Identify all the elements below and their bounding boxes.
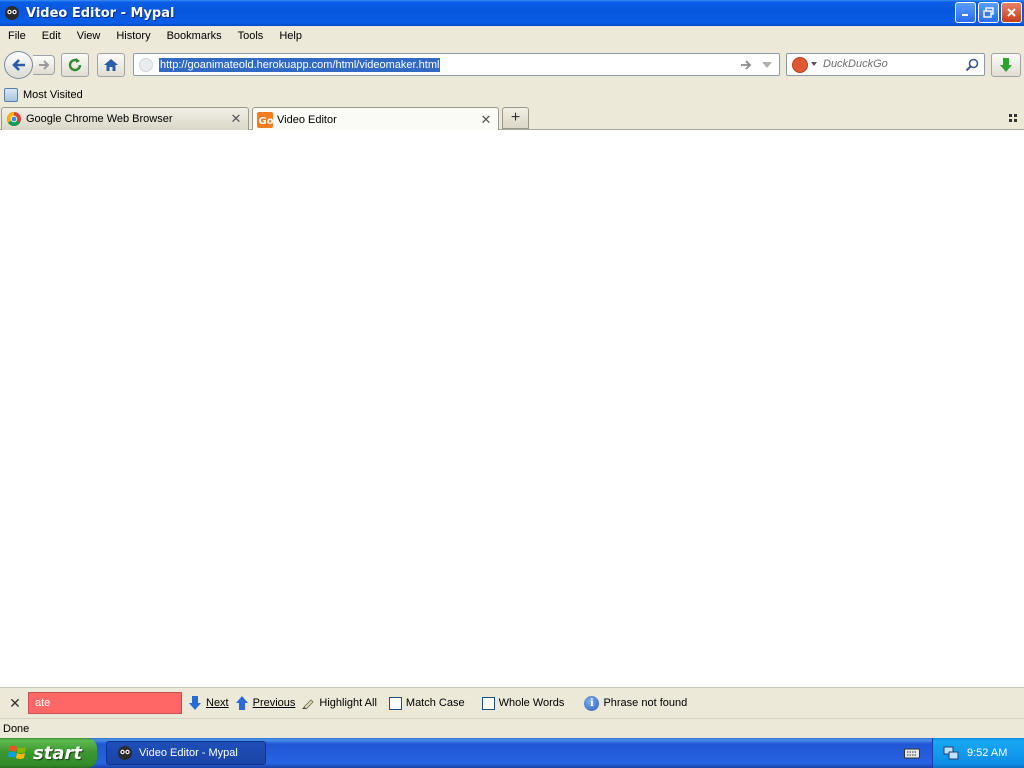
back-forward-group: [4, 51, 58, 79]
tab-label: Video Editor: [277, 113, 337, 126]
history-dropdown-icon[interactable]: [761, 59, 773, 71]
menu-help[interactable]: Help: [271, 30, 310, 42]
find-status-text: Phrase not found: [603, 697, 688, 709]
whole-words-checkbox[interactable]: Whole Words: [481, 696, 565, 710]
reload-button[interactable]: [61, 53, 89, 77]
reload-icon: [68, 58, 82, 72]
menu-file[interactable]: File: [0, 30, 34, 42]
minimize-icon: [962, 14, 968, 16]
network-icon[interactable]: [943, 745, 959, 761]
close-find-bar-icon[interactable]: ✕: [4, 695, 26, 712]
search-placeholder: DuckDuckGo: [823, 58, 888, 70]
navigation-toolbar: http://goanimateold.herokuapp.com/html/v…: [0, 46, 1024, 84]
title-bar[interactable]: Video Editor - Mypal: [0, 0, 1024, 26]
whole-words-label: Whole Words: [498, 697, 565, 709]
search-icon[interactable]: [965, 58, 979, 72]
menu-bookmarks[interactable]: Bookmarks: [159, 30, 230, 42]
tab-video-editor[interactable]: Go Video Editor ✕: [252, 107, 499, 131]
svg-text:Go: Go: [259, 116, 274, 127]
most-visited-bookmark[interactable]: Most Visited: [4, 88, 83, 102]
home-button[interactable]: [97, 53, 125, 77]
info-icon: i: [584, 695, 600, 711]
keyboard-icon[interactable]: [904, 746, 920, 760]
highlighter-icon: [302, 699, 314, 710]
back-arrow-icon: [11, 59, 25, 71]
find-status: i Phrase not found: [584, 695, 688, 711]
menu-edit[interactable]: Edit: [34, 30, 69, 42]
windows-logo-icon: [8, 745, 26, 759]
duckduckgo-icon[interactable]: [792, 57, 808, 73]
status-text: Done: [3, 722, 30, 735]
site-identity-icon[interactable]: [139, 58, 153, 72]
tab-label: Google Chrome Web Browser: [26, 113, 173, 125]
bookmarks-toolbar: Most Visited: [0, 84, 1024, 106]
find-next-label: Next: [206, 697, 229, 709]
goanimate-favicon: Go: [257, 111, 274, 128]
close-icon: [1007, 8, 1016, 17]
back-button[interactable]: [4, 51, 33, 79]
menu-bar: File Edit View History Bookmarks Tools H…: [0, 26, 1024, 46]
up-arrow-icon: [235, 696, 248, 710]
most-visited-label: Most Visited: [23, 89, 83, 101]
close-tab-icon[interactable]: ✕: [229, 111, 243, 126]
taskbar-item-label: Video Editor - Mypal: [139, 747, 238, 759]
menu-tools[interactable]: Tools: [230, 30, 272, 42]
match-case-box[interactable]: [388, 696, 402, 710]
chrome-favicon: [7, 112, 21, 126]
find-previous-button[interactable]: Previous: [235, 695, 296, 711]
new-tab-button[interactable]: +: [502, 107, 529, 129]
start-label: start: [33, 742, 82, 764]
find-bar: ✕ Next Previous Highlight All Match Case…: [0, 687, 1024, 718]
url-text[interactable]: http://goanimateold.herokuapp.com/html/v…: [159, 58, 441, 72]
down-arrow-icon: [189, 696, 201, 710]
start-button[interactable]: start: [0, 738, 97, 768]
taskbar: start Video Editor - Mypal 9:52 AM: [0, 738, 1024, 768]
restore-icon: [983, 7, 994, 18]
find-previous-label: Previous: [252, 697, 296, 709]
go-arrow-icon[interactable]: [739, 58, 753, 72]
forward-arrow-icon: [38, 60, 49, 70]
taskbar-item-video-editor[interactable]: Video Editor - Mypal: [106, 741, 266, 765]
status-bar: Done: [0, 718, 1024, 738]
tab-google-chrome[interactable]: Google Chrome Web Browser ✕: [1, 107, 249, 130]
address-bar[interactable]: http://goanimateold.herokuapp.com/html/v…: [133, 53, 780, 76]
system-tray: 9:52 AM: [932, 738, 1024, 768]
clock[interactable]: 9:52 AM: [967, 747, 1007, 759]
engine-dropdown-icon[interactable]: [811, 61, 817, 67]
download-arrow-icon: [1000, 58, 1012, 72]
tab-strip: Google Chrome Web Browser ✕ Go Video Edi…: [0, 106, 1024, 131]
list-all-tabs-icon[interactable]: [1006, 111, 1020, 125]
mypal-app-icon: [5, 6, 19, 20]
downloads-button[interactable]: [991, 53, 1021, 77]
most-visited-icon: [4, 88, 18, 102]
close-window-button[interactable]: [1001, 2, 1022, 23]
match-case-label: Match Case: [405, 697, 465, 709]
find-next-button[interactable]: Next: [188, 695, 229, 711]
whole-words-box[interactable]: [481, 696, 495, 710]
menu-view[interactable]: View: [69, 30, 109, 42]
close-tab-icon[interactable]: ✕: [479, 112, 493, 127]
forward-button[interactable]: [33, 55, 55, 75]
page-content-area[interactable]: [0, 130, 1024, 687]
window-title: Video Editor - Mypal: [26, 5, 175, 21]
find-input[interactable]: [28, 692, 182, 714]
menu-history[interactable]: History: [108, 30, 158, 42]
minimize-button[interactable]: [955, 2, 976, 23]
highlight-all-button[interactable]: Highlight All: [301, 696, 377, 710]
home-icon: [104, 59, 118, 71]
restore-button[interactable]: [978, 2, 999, 23]
highlight-all-label: Highlight All: [319, 697, 377, 709]
mypal-taskbar-icon: [118, 746, 132, 760]
plus-icon: +: [510, 109, 521, 126]
search-bar[interactable]: DuckDuckGo: [786, 53, 985, 76]
match-case-checkbox[interactable]: Match Case: [388, 696, 465, 710]
